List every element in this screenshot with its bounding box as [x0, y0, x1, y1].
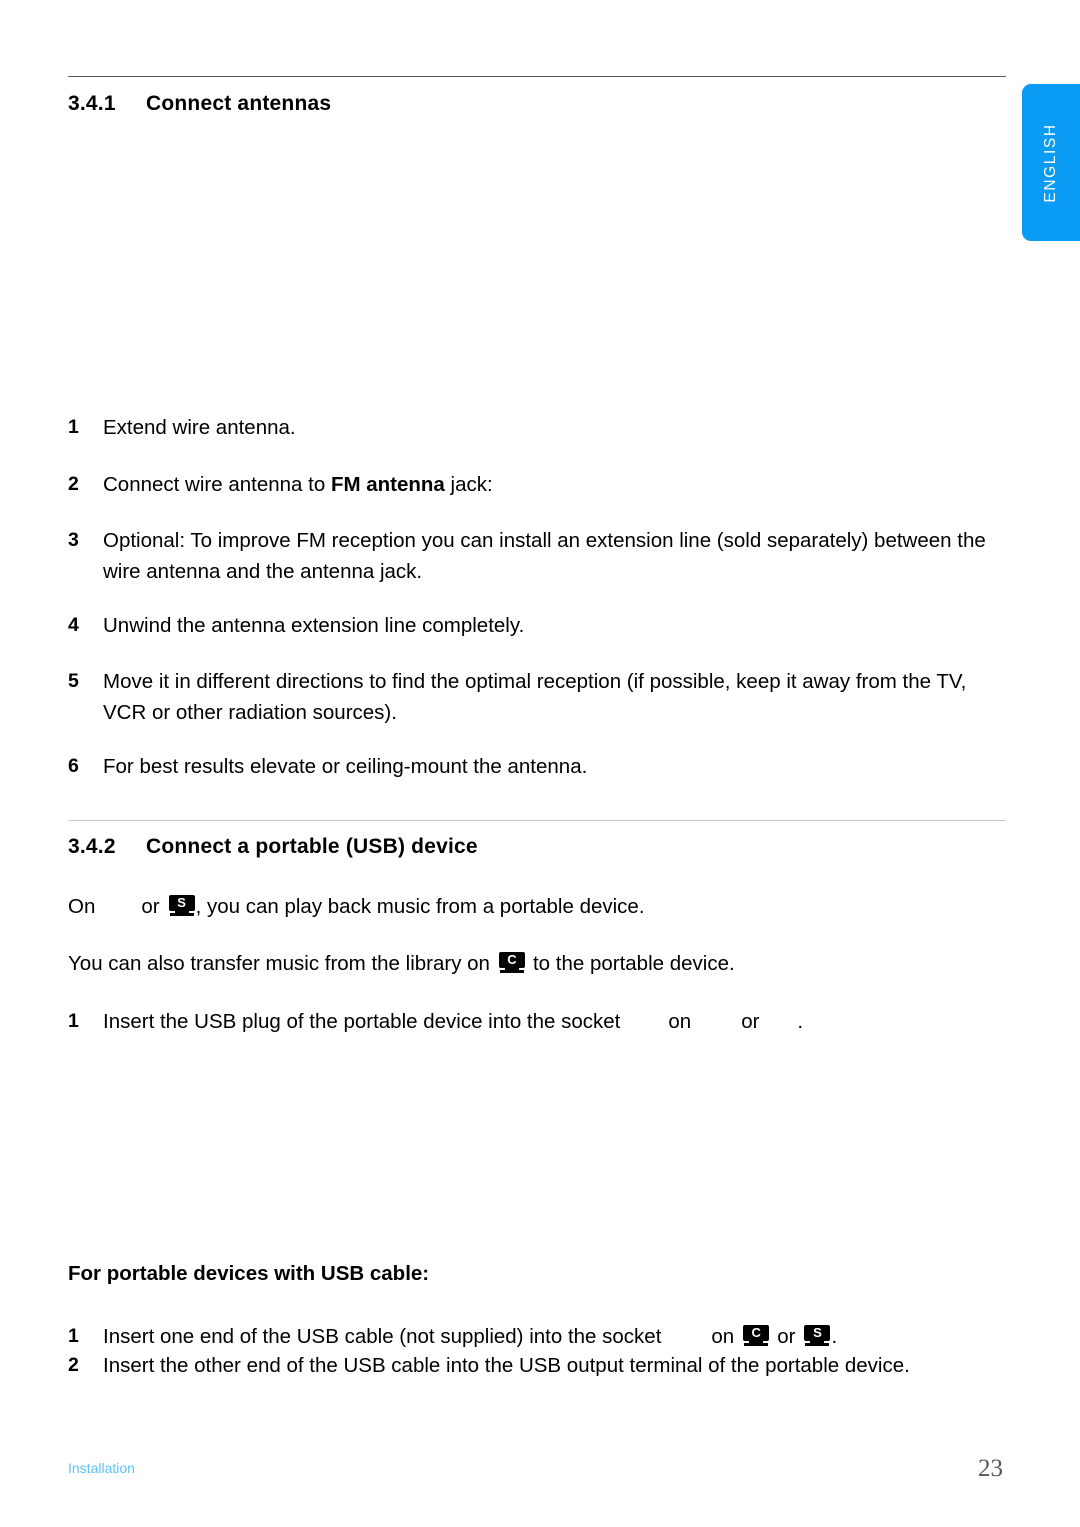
- usb-cable-subheading: For portable devices with USB cable:: [68, 1262, 430, 1285]
- step-text-period: .: [831, 1325, 838, 1348]
- usb-intro-paragraph-2: You can also transfer music from the lib…: [68, 948, 1006, 979]
- section-title: Connect antennas: [146, 92, 332, 115]
- step-item: 5 Move it in different directions to fin…: [68, 666, 1006, 728]
- step-text-on: on: [711, 1325, 735, 1348]
- step-text: Move it in different directions to find …: [103, 670, 967, 724]
- step-text-period: .: [797, 1010, 804, 1033]
- step-number: 6: [68, 755, 79, 777]
- step-text: Connect wire antenna to FM antenna jack:: [103, 469, 1006, 500]
- display-badge-letter: C: [743, 1325, 770, 1341]
- display-badge-c-icon: C: [498, 952, 525, 973]
- step-text-suffix: jack:: [444, 473, 493, 496]
- step-text-lead: Insert one end of the USB cable (not sup…: [103, 1325, 662, 1348]
- step-text-prefix: Connect wire antenna to: [103, 473, 331, 496]
- step-text-or: or: [777, 1325, 796, 1348]
- display-badge-s-icon: S: [804, 1325, 831, 1346]
- step-item: 2 Insert the other end of the USB cable …: [68, 1350, 1006, 1381]
- intro-text-or: or: [141, 895, 160, 918]
- display-badge-base: [499, 970, 524, 973]
- section-number: 3.4.1: [68, 92, 116, 115]
- display-badge-base: [744, 1343, 769, 1346]
- display-badge-base: [169, 913, 194, 916]
- step-text: Unwind the antenna extension line comple…: [103, 614, 525, 637]
- footer-section-label: Installation: [68, 1460, 135, 1476]
- step-text: Optional: To improve FM reception you ca…: [103, 529, 986, 583]
- step-text-emphasis: FM antenna: [330, 473, 445, 496]
- display-badge-letter: C: [498, 952, 525, 968]
- display-badge-letter: S: [804, 1325, 831, 1341]
- step-item: 6 For best results elevate or ceiling-mo…: [68, 751, 1006, 782]
- intro-text-tail: , you can play back music from a portabl…: [195, 895, 645, 918]
- step-number: 1: [68, 416, 79, 438]
- step-item: 3 Optional: To improve FM reception you …: [68, 525, 1006, 587]
- display-badge-base: [805, 1343, 830, 1346]
- intro-text-on: On: [68, 895, 96, 918]
- usb-intro-paragraph-1: On or S, you can play back music from a po…: [68, 891, 1006, 922]
- display-badge-s-icon: S: [168, 895, 195, 916]
- step-number: 1: [68, 1010, 79, 1032]
- step-text-lead: Insert the USB plug of the portable devi…: [103, 1010, 621, 1033]
- display-badge-letter: S: [168, 895, 195, 911]
- step-number: 3: [68, 529, 79, 551]
- step-number: 5: [68, 670, 79, 692]
- section-title: Connect a portable (USB) device: [146, 835, 478, 858]
- language-tab-english: ENGLISH: [1022, 84, 1080, 241]
- step-text: Insert the other end of the USB cable in…: [103, 1354, 910, 1377]
- step-text: For best results elevate or ceiling-moun…: [103, 755, 588, 778]
- step-text-on: on: [668, 1010, 692, 1033]
- step-number: 1: [68, 1325, 79, 1347]
- step-number: 4: [68, 614, 79, 636]
- intro2-text-tail: to the portable device.: [532, 952, 735, 975]
- language-tab-label: ENGLISH: [1042, 122, 1059, 203]
- section-divider-top: [68, 76, 1006, 77]
- step-item: 2 Connect wire antenna to FM antenna jac…: [68, 469, 1006, 500]
- section-divider-middle: [68, 820, 1006, 821]
- step-text: Insert the USB plug of the portable devi…: [103, 1006, 1006, 1037]
- intro2-text-lead: You can also transfer music from the lib…: [68, 952, 490, 975]
- section-number: 3.4.2: [68, 835, 116, 858]
- step-number: 2: [68, 473, 79, 495]
- section-heading-3-4-1: 3.4.1 Connect antennas: [68, 92, 1006, 116]
- section-heading-3-4-2: 3.4.2 Connect a portable (USB) device: [68, 835, 1006, 859]
- step-item: 1 Insert one end of the USB cable (not s…: [68, 1321, 1006, 1352]
- step-text-or: or: [741, 1010, 760, 1033]
- step-text: Extend wire antenna.: [103, 416, 296, 439]
- display-badge-c-icon: C: [743, 1325, 770, 1346]
- manual-page: ENGLISH 3.4.1 Connect antennas 1 Extend …: [0, 0, 1080, 1527]
- step-item: 4 Unwind the antenna extension line comp…: [68, 610, 1006, 641]
- step-number: 2: [68, 1354, 79, 1376]
- footer-page-number: 23: [978, 1455, 1003, 1482]
- step-item: 1 Insert the USB plug of the portable de…: [68, 1006, 1006, 1037]
- step-text: Insert one end of the USB cable (not sup…: [103, 1321, 1006, 1352]
- step-item: 1 Extend wire antenna.: [68, 412, 1006, 443]
